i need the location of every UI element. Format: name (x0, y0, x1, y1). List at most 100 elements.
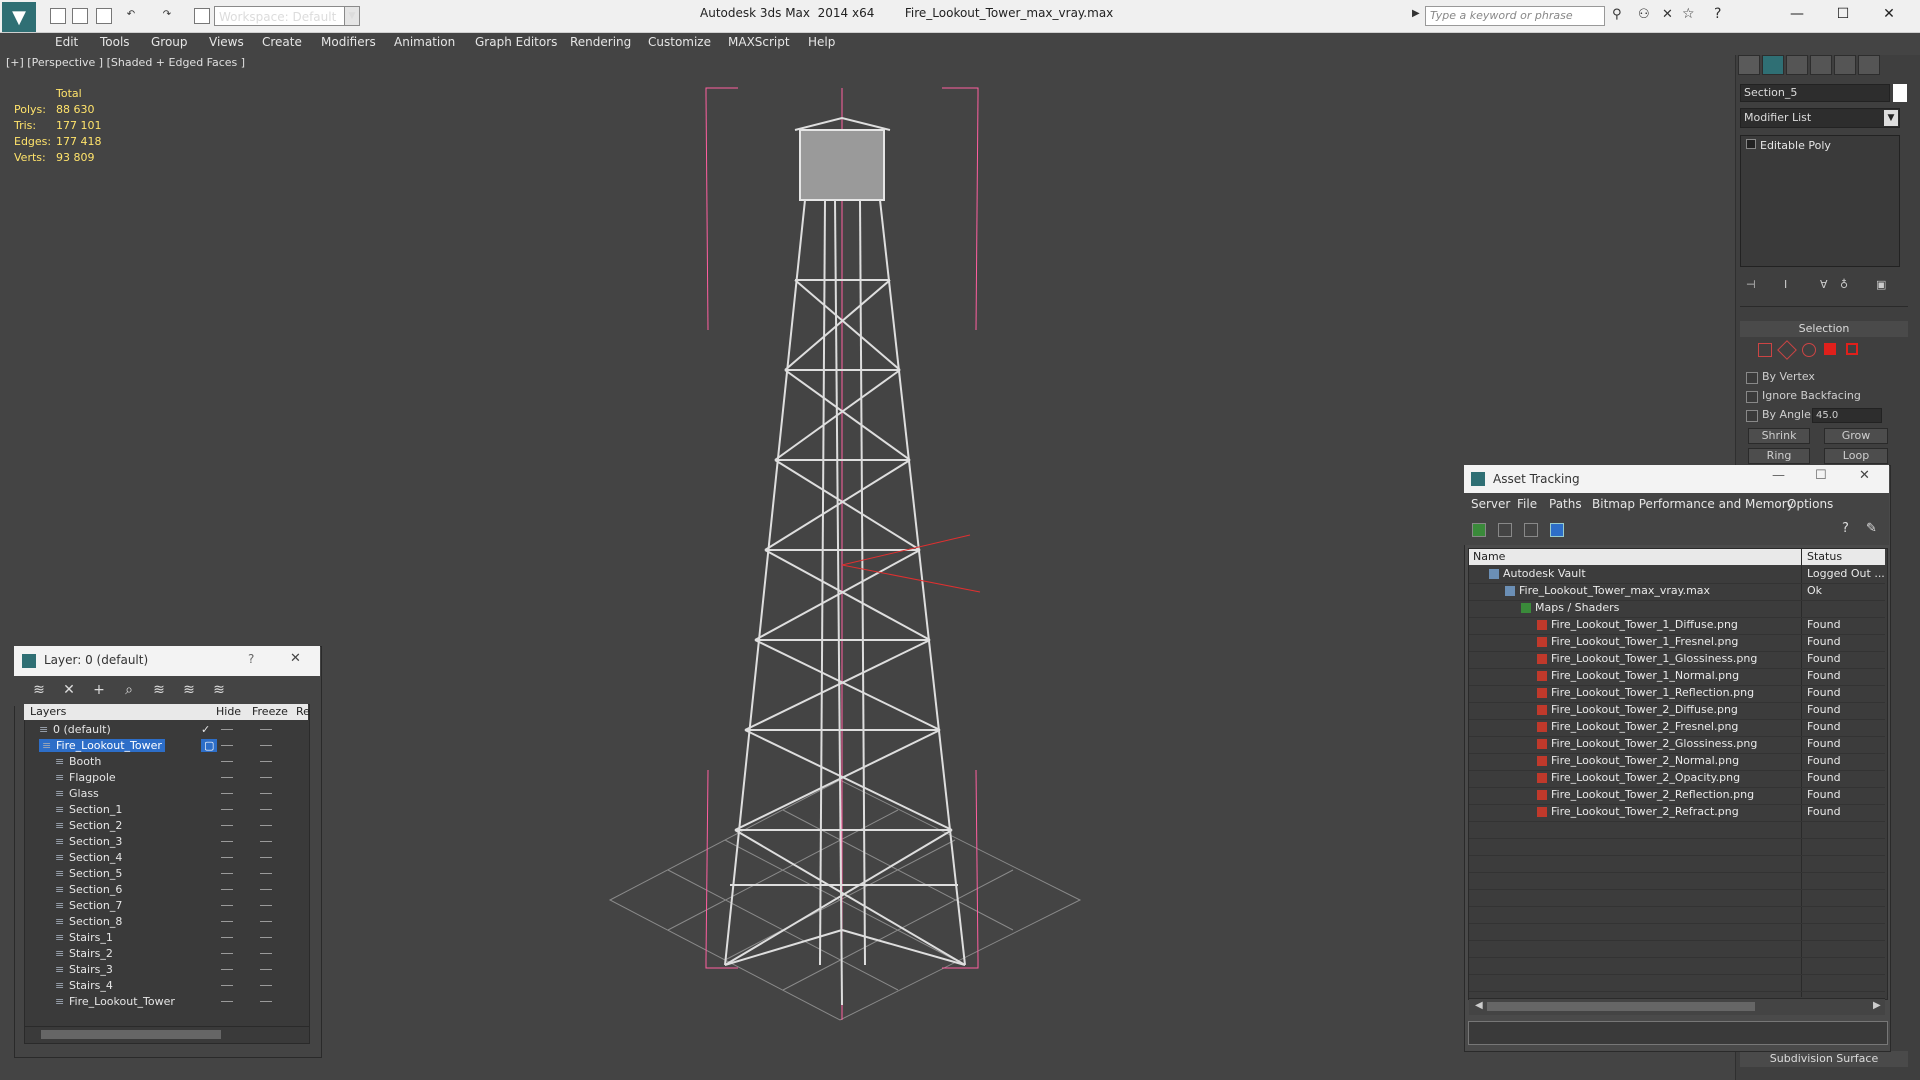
border-mode-icon[interactable] (1802, 343, 1816, 357)
scroll-left-icon[interactable]: ◀ (1475, 1000, 1483, 1011)
loop-button[interactable]: Loop (1824, 448, 1888, 464)
subscription-icon[interactable]: ⚇ (1638, 7, 1650, 22)
hide-toggle[interactable] (221, 793, 233, 794)
scroll-right-icon[interactable]: ▶ (1873, 1000, 1881, 1011)
minimize-button[interactable]: — (1772, 468, 1785, 483)
select-objects-icon[interactable]: ⌕ (122, 683, 136, 697)
layer-row[interactable]: ≡ Stairs_2 (25, 946, 307, 962)
motion-tab-icon[interactable] (1810, 55, 1832, 75)
freeze-toggle[interactable] (260, 857, 272, 858)
asset-path-field[interactable] (1468, 1021, 1888, 1045)
asset-row[interactable]: Fire_Lookout_Tower_2_Fresnel.png Found (1469, 719, 1885, 737)
asset-menu-bitmap-performance[interactable]: Bitmap Performance and Memory (1592, 497, 1794, 511)
hide-toggle[interactable] (221, 921, 233, 922)
layer-row[interactable]: ≡ Section_7 (25, 898, 307, 914)
asset-row[interactable]: Fire_Lookout_Tower_2_Glossiness.png Found (1469, 736, 1885, 754)
layer-row[interactable]: ≡ 0 (default) ✓ (25, 722, 307, 738)
asset-row[interactable]: Fire_Lookout_Tower_2_Opacity.png Found (1469, 770, 1885, 788)
freeze-toggle[interactable] (260, 729, 272, 730)
project-folder-icon[interactable] (194, 8, 210, 24)
new-file-icon[interactable] (50, 8, 66, 24)
hide-toggle[interactable] (221, 969, 233, 970)
freeze-toggle[interactable] (260, 889, 272, 890)
menu-views[interactable]: Views (209, 35, 244, 49)
layer-name[interactable]: Stairs_4 (69, 979, 113, 992)
asset-menu-file[interactable]: File (1517, 497, 1537, 511)
layer-name[interactable]: Fire_Lookout_Tower (53, 739, 165, 752)
freeze-toggle[interactable] (260, 777, 272, 778)
layer-row[interactable]: ≡ Section_3 (25, 834, 307, 850)
layer-name[interactable]: Fire_Lookout_Tower (69, 995, 175, 1008)
layer-name[interactable]: Section_8 (69, 915, 122, 928)
add-to-layer-icon[interactable]: + (92, 683, 106, 697)
asset-row[interactable]: Fire_Lookout_Tower_2_Reflection.png Found (1469, 787, 1885, 805)
layer-row[interactable]: ≡ Stairs_1 (25, 930, 307, 946)
selection-rollout-header[interactable]: Selection (1740, 321, 1908, 337)
menu-edit[interactable]: Edit (55, 35, 78, 49)
subdivision-surface-rollout-header[interactable]: Subdivision Surface (1740, 1051, 1908, 1067)
asset-menu-options[interactable]: Options (1787, 497, 1833, 511)
menu-animation[interactable]: Animation (394, 35, 455, 49)
help-button[interactable]: ? (248, 652, 254, 666)
ignore-backfacing-checkbox[interactable] (1746, 391, 1758, 403)
column-name[interactable]: Name (1473, 550, 1505, 563)
layer-name[interactable]: Section_6 (69, 883, 122, 896)
maximize-button[interactable]: ☐ (1820, 0, 1866, 28)
hierarchy-tab-icon[interactable] (1786, 55, 1808, 75)
hide-toggle[interactable] (221, 841, 233, 842)
horizontal-scrollbar[interactable] (24, 1026, 310, 1044)
redo-icon[interactable]: ↷ (160, 8, 174, 22)
angle-spinner-input[interactable]: 45.0 (1812, 408, 1882, 423)
asset-row[interactable]: Fire_Lookout_Tower_1_Reflection.png Found (1469, 685, 1885, 703)
refresh-icon[interactable] (1472, 523, 1486, 537)
layer-name[interactable]: Section_3 (69, 835, 122, 848)
layer-row[interactable]: ≡ Fire_Lookout_Tower (25, 994, 307, 1010)
element-mode-icon[interactable] (1846, 343, 1858, 355)
freeze-toggle[interactable] (260, 1001, 272, 1002)
freeze-toggle[interactable] (260, 745, 272, 746)
layer-name[interactable]: Section_5 (69, 867, 122, 880)
asset-row[interactable]: Autodesk Vault Logged Out ... (1469, 566, 1885, 584)
hide-all-icon[interactable]: ≋ (182, 683, 196, 697)
hide-toggle[interactable] (221, 889, 233, 890)
column-render[interactable]: Re (296, 705, 310, 718)
hide-toggle[interactable] (221, 777, 233, 778)
display-tab-icon[interactable] (1834, 55, 1856, 75)
column-hide[interactable]: Hide (216, 705, 241, 718)
viewport-label[interactable]: [+] [Perspective ] [Shaded + Edged Faces… (6, 56, 245, 69)
save-file-icon[interactable] (96, 8, 112, 24)
hide-toggle[interactable] (221, 857, 233, 858)
maximize-button[interactable]: ☐ (1815, 468, 1827, 483)
menu-customize[interactable]: Customize (648, 35, 711, 49)
freeze-toggle[interactable] (260, 809, 272, 810)
show-end-result-icon[interactable]: Ⅰ (1784, 278, 1787, 291)
tower-model-render[interactable] (580, 80, 1100, 1030)
chevron-down-icon[interactable]: ▼ (1884, 110, 1898, 126)
scrollbar-thumb[interactable] (41, 1030, 221, 1039)
current-layer-check-icon[interactable]: ✓ (201, 723, 210, 736)
binoculars-icon[interactable]: ⚲ (1612, 7, 1622, 22)
layer-row[interactable]: ≡ Section_2 (25, 818, 307, 834)
hide-toggle[interactable] (221, 905, 233, 906)
utilities-tab-icon[interactable] (1858, 55, 1880, 75)
hide-toggle[interactable] (221, 953, 233, 954)
freeze-toggle[interactable] (260, 873, 272, 874)
freeze-toggle[interactable] (260, 793, 272, 794)
layer-row[interactable]: ≡ Glass (25, 786, 307, 802)
create-tab-icon[interactable] (1738, 55, 1760, 75)
grow-button[interactable]: Grow (1824, 428, 1888, 444)
menu-tools[interactable]: Tools (100, 35, 130, 49)
make-current-box-icon[interactable]: ▢ (201, 739, 218, 752)
chevron-down-icon[interactable]: ▼ (344, 6, 360, 26)
asset-menu-server[interactable]: Server (1471, 497, 1510, 511)
close-button[interactable]: ✕ (290, 651, 301, 666)
hide-toggle[interactable] (221, 745, 233, 746)
layer-name[interactable]: Section_7 (69, 899, 122, 912)
menu-maxscript[interactable]: MAXScript (728, 35, 790, 49)
asset-menu-paths[interactable]: Paths (1549, 497, 1582, 511)
menu-graph-editors[interactable]: Graph Editors (475, 35, 557, 49)
column-status[interactable]: Status (1807, 550, 1842, 563)
asset-row[interactable]: Fire_Lookout_Tower_2_Refract.png Found (1469, 804, 1885, 822)
freeze-toggle[interactable] (260, 953, 272, 954)
modify-tab-icon[interactable] (1762, 55, 1784, 75)
